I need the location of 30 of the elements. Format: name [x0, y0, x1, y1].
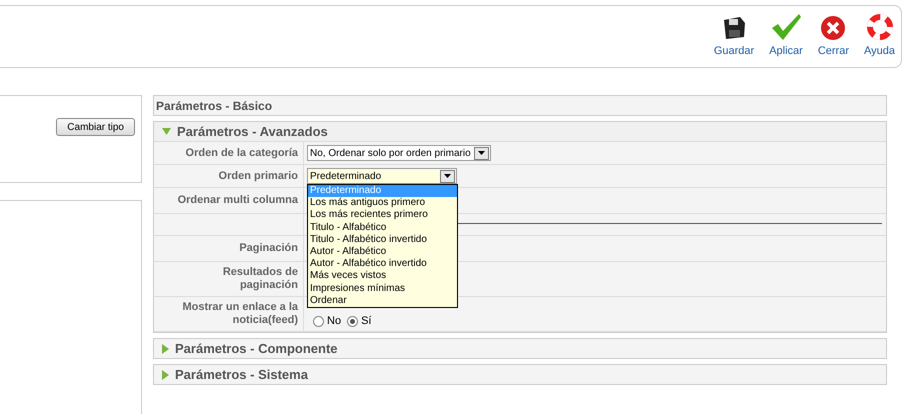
toolbar-button[interactable]: Ayuda [864, 12, 895, 59]
field-label: Ordenar multi columna [178, 194, 298, 207]
dropdown-option[interactable]: Los más antiguos primero [308, 197, 457, 210]
select-field[interactable]: No, Ordenar solo por orden primario [307, 145, 491, 161]
section-header[interactable]: Parámetros - Avanzados [154, 122, 886, 141]
dropdown-option[interactable]: Los más recientes primero [308, 209, 457, 222]
dropdown-option[interactable]: Titulo - Alfabético [308, 222, 457, 234]
dropdown-option[interactable]: Ordenar [308, 294, 457, 308]
field-label: Orden primario [218, 170, 298, 182]
radio-label: No [327, 314, 342, 329]
toolbar-button[interactable]: Cerrar [818, 14, 849, 59]
field-label: Orden de la categoría [186, 146, 298, 160]
field-label: Resultados de paginación [222, 266, 298, 292]
toolbar-button[interactable]: Guardar [714, 14, 754, 59]
dropdown-option[interactable]: Impresiones mínimas [308, 282, 457, 295]
toolbar-button[interactable]: Aplicar [769, 12, 803, 59]
dropdown-option[interactable]: Autor - Alfabético [308, 246, 457, 258]
radio-label: Sí [361, 314, 372, 329]
radio-button[interactable] [313, 316, 324, 326]
field-label: Mostrar un enlace a la noticia(feed) [181, 301, 298, 327]
dropdown-option[interactable]: Autor - Alfabético invertido [308, 258, 457, 270]
checkmark-icon [770, 12, 802, 40]
dropdown-option[interactable]: Más veces vistos [308, 270, 457, 283]
radio-button[interactable] [347, 316, 358, 326]
dropdown-caret-icon [474, 146, 489, 160]
field-label: Paginación [239, 242, 298, 255]
lifebuoy-icon [866, 12, 894, 40]
change-type-button[interactable]: Cambiar tipo [56, 118, 135, 136]
dropdown-option[interactable]: Titulo - Alfabético invertido [308, 234, 457, 246]
close-icon [820, 14, 846, 40]
